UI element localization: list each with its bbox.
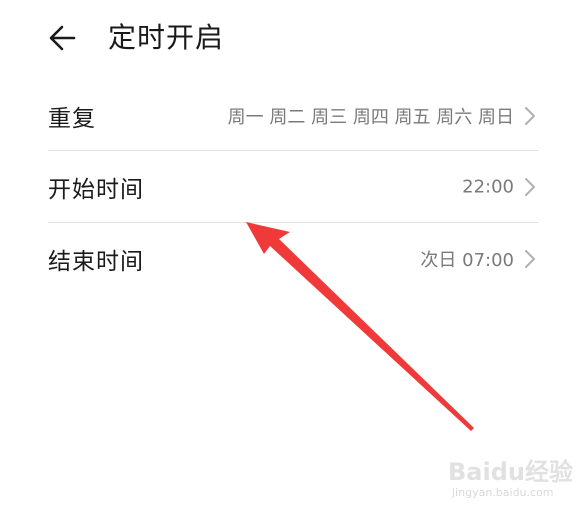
chevron-right-icon: [525, 250, 535, 268]
setting-label-start-time: 开始时间: [48, 177, 144, 203]
back-button[interactable]: [44, 20, 84, 56]
watermark: Baidu经验 jingyan.baidu.com: [448, 452, 578, 512]
page-title: 定时开启: [108, 21, 225, 54]
arrow-left-icon: [49, 25, 76, 51]
setting-value-end-time: 次日 07:00: [420, 250, 514, 271]
setting-value-start-time: 22:00: [462, 176, 514, 198]
chevron-right-icon: [525, 178, 535, 196]
setting-value-repeat: 周一 周二 周三 周四 周五 周六 周日: [227, 107, 514, 128]
chevron-right-icon: [525, 107, 535, 125]
watermark-logo: Baidu经验: [448, 458, 573, 486]
setting-row-start-time[interactable]: 开始时间 22:00: [48, 151, 538, 223]
setting-label-end-time: 结束时间: [48, 249, 144, 275]
watermark-url: jingyan.baidu.com: [452, 486, 554, 499]
setting-row-end-time[interactable]: 结束时间 次日 07:00: [48, 223, 538, 295]
setting-label-repeat: 重复: [48, 106, 96, 132]
app-header: 定时开启: [0, 0, 588, 76]
setting-row-repeat[interactable]: 重复 周一 周二 周三 周四 周五 周六 周日: [48, 80, 538, 152]
